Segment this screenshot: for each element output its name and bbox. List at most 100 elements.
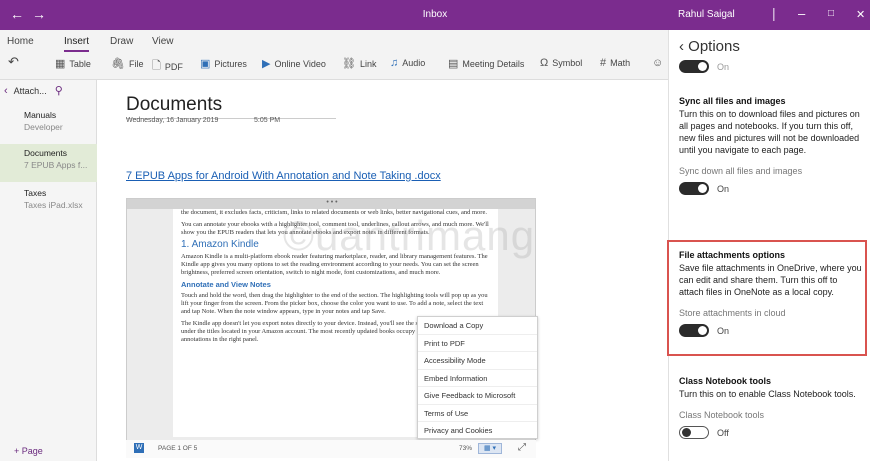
toggle-state: Off [717,427,729,438]
list-item-sub: Developer [24,122,63,132]
search-icon[interactable]: ⚲ [55,84,63,97]
sync-sub-label: Sync down all files and images [679,166,803,176]
file-button[interactable]: 🖇 File [111,57,143,70]
online-video-button[interactable]: ▶ Online Video [262,57,326,70]
title-separator: | [772,5,776,21]
undo-icon[interactable]: ↶ [8,54,19,70]
math-label: Math [610,58,631,68]
math-icon: # [600,57,607,69]
user-name[interactable]: Rahul Saigal [678,9,735,20]
list-item[interactable]: Manuals Developer [0,106,97,136]
meeting-label: Meeting Details [462,58,525,69]
minimize-icon[interactable]: – [798,6,805,21]
menu-item-print-pdf[interactable]: Print to PDF [418,335,537,352]
picture-icon: ▣ [200,58,211,70]
calendar-icon: ▤ [448,58,459,70]
tab-view[interactable]: View [152,36,174,47]
table-icon: ▦ [55,58,66,70]
menu-item-download[interactable]: Download a Copy [418,317,537,335]
ribbon: Home Insert Draw View ↶ ▦ Table 🖇 File 🗋 PD… [0,30,668,80]
zoom-level: 73% [459,445,473,452]
menu-item-accessibility[interactable]: Accessibility Mode [418,352,537,370]
chevron-left-icon: ‹ [4,84,8,97]
tab-draw[interactable]: Draw [110,36,133,47]
window-title: Inbox [422,9,448,20]
list-item-title: Taxes [24,188,47,198]
online-video-label: Online Video [274,58,326,69]
options-header[interactable]: ‹ Options [669,30,870,62]
menu-item-feedback[interactable]: Give Feedback to Microsoft [418,387,537,405]
page-indicator: PAGE 1 OF 5 [158,445,198,452]
list-item[interactable]: Taxes Taxes iPad.xlsx [0,184,97,214]
microphone-icon: ♫ [390,57,399,69]
sync-description: Turn this on to download files and pictu… [679,109,860,155]
title-bar: ← → Inbox Rahul Saigal | – □ ✕ [0,0,870,30]
sync-heading: Sync all files and images [679,96,786,106]
attachment-link[interactable]: 7 EPUB Apps for Android With Annotation … [126,170,441,182]
list-item-title: Documents [24,148,67,158]
viewer-footer: W PAGE 1 OF 5 73% ▦ ▾ ⤢ [126,440,536,458]
menu-item-embed[interactable]: Embed Information [418,370,537,387]
class-notebook-group: Class Notebook tools Turn this on to ena… [679,376,864,439]
tab-insert[interactable]: Insert [64,36,90,52]
sync-group: Sync all files and images Turn this on t… [679,96,864,195]
toggle-state: On [717,183,730,194]
viewer-handle[interactable]: • • • [127,199,535,209]
options-title: Options [688,38,740,55]
meeting-details-button[interactable]: ▤ Meeting Details [448,57,524,70]
close-icon[interactable]: ✕ [856,8,865,21]
file-label: File [128,58,144,69]
menu-item-privacy[interactable]: Privacy and Cookies [418,422,537,440]
pictures-button[interactable]: ▣ Pictures [200,57,247,70]
chevron-left-icon[interactable]: ‹ [679,38,688,55]
symbol-label: Symbol [552,58,583,68]
paperclip-icon: 🖇 [111,58,125,70]
class-notebook-toggle-switch[interactable] [679,426,709,439]
emoji-icon[interactable]: ☺ [652,57,663,69]
audio-button[interactable]: ♫ Audio [390,57,425,69]
top-toggle-group: On [679,60,864,73]
tab-home[interactable]: Home [7,36,34,47]
add-page-button[interactable]: + Page [14,446,43,456]
list-item-sub: Taxes iPad.xlsx [24,200,83,210]
audio-label: Audio [402,58,426,68]
section-back[interactable]: ‹ Attach... ⚲ [4,84,63,98]
pdf-button[interactable]: 🗋 PDF [152,57,183,76]
doc-paragraph: Touch and hold the word, then drag the h… [181,292,488,315]
table-label: Table [69,58,91,69]
watermark-logo: ©uantrimang [283,212,536,259]
list-item[interactable]: Documents 7 EPUB Apps f... [0,144,97,182]
symbol-button[interactable]: Ω Symbol [540,57,582,69]
highlight-box [667,240,867,356]
math-button[interactable]: # Math [600,57,630,69]
table-button[interactable]: ▦ Table [55,57,91,70]
pictures-label: Pictures [214,58,247,69]
section-back-label: Attach... [13,85,47,96]
more-options-button[interactable]: ▦ ▾ [478,443,502,454]
class-notebook-description: Turn this on to enable Class Notebook to… [679,389,856,399]
link-label: Link [359,58,377,69]
top-toggle-switch[interactable] [679,60,709,73]
menu-item-terms[interactable]: Terms of Use [418,405,537,422]
note-time: 5:05 PM [254,117,281,124]
omega-icon: Ω [540,57,549,69]
note-date: Wednesday, 16 January 2019 [126,117,219,124]
document-icon: 🗋 [152,60,161,72]
maximize-icon[interactable]: □ [828,8,834,19]
class-notebook-heading: Class Notebook tools [679,376,772,386]
video-icon: ▶ [262,58,271,70]
expand-icon[interactable]: ⤢ [518,442,526,453]
page-list-pane: ‹ Attach... ⚲ Manuals Developer Document… [0,80,97,461]
list-item-sub: 7 EPUB Apps f... [24,160,88,170]
doc-subheading: Annotate and View Notes [181,280,271,289]
page-title[interactable]: Documents [126,94,222,116]
list-item-title: Manuals [24,110,57,120]
class-notebook-sub-label: Class Notebook tools [679,410,765,420]
toggle-state: On [717,61,730,72]
word-icon: W [134,443,144,453]
context-menu: Download a Copy Print to PDF Accessibili… [417,316,538,439]
pdf-label: PDF [164,61,183,72]
link-icon: ⛓ [342,58,356,70]
sync-toggle-switch[interactable] [679,182,709,195]
link-button[interactable]: ⛓ Link [342,57,376,70]
